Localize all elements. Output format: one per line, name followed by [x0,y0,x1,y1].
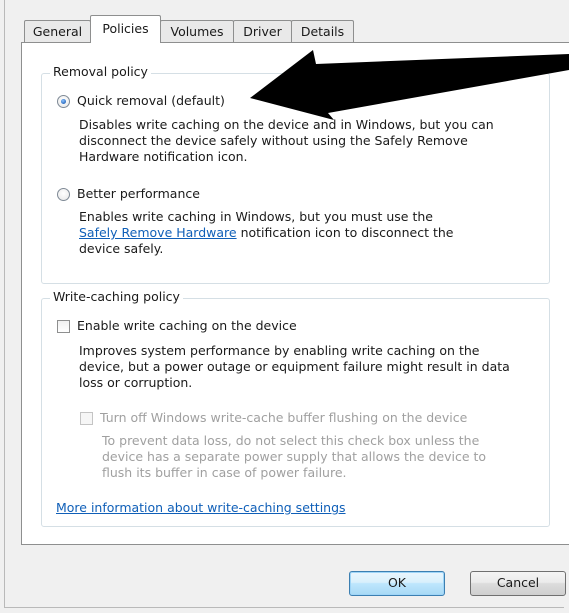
quick-removal-description: Disables write caching on the device and… [79,117,494,165]
cancel-button[interactable]: Cancel [470,571,566,596]
tab-volumes[interactable]: Volumes [160,20,234,42]
quick-removal-desc-line: disconnect the device safely without usi… [79,133,468,148]
annotation-arrow-icon [250,50,569,120]
better-performance-desc-line: device safely. [79,241,164,256]
better-performance-desc-line: Enables write caching in Windows, but yo… [79,209,433,224]
better-performance-label[interactable]: Better performance [77,186,200,202]
removal-policy-legend: Removal policy [50,64,151,79]
more-info-write-caching-link[interactable]: More information about write-caching set… [56,500,346,516]
tab-driver[interactable]: Driver [233,20,292,42]
write-caching-policy-legend: Write-caching policy [50,289,183,304]
tab-general[interactable]: General [24,20,91,42]
turn-off-flushing-desc-line: To prevent data loss, do not select this… [102,433,480,448]
quick-removal-desc-line: Hardware notification icon. [79,149,248,164]
turn-off-flushing-desc-line: flush its buffer in case of power failur… [102,465,347,480]
ok-button[interactable]: OK [349,571,445,596]
turn-off-flushing-label[interactable]: Turn off Windows write-cache buffer flus… [100,410,467,426]
enable-write-caching-desc-line: Improves system performance by enabling … [79,343,480,358]
better-performance-desc-rest: notification icon to disconnect the [236,225,454,240]
enable-write-caching-description: Improves system performance by enabling … [79,343,510,391]
better-performance-description: Enables write caching in Windows, but yo… [79,209,453,257]
quick-removal-radio[interactable] [57,95,70,108]
turn-off-flushing-desc-line: device has a separate power supply that … [102,449,487,464]
turn-off-flushing-checkbox[interactable] [80,412,93,425]
enable-write-caching-desc-line: device, but a power outage or equipment … [79,359,510,374]
dialog-bottom-edge [4,607,564,608]
dialog-left-edge [4,0,5,608]
quick-removal-label[interactable]: Quick removal (default) [77,93,225,109]
tab-policies[interactable]: Policies [90,15,161,43]
tab-details[interactable]: Details [291,20,354,42]
better-performance-radio[interactable] [57,188,70,201]
turn-off-flushing-description: To prevent data loss, do not select this… [102,433,486,481]
enable-write-caching-label[interactable]: Enable write caching on the device [77,318,297,334]
better-performance-desc-line: Safely Remove Hardware notification icon… [79,225,453,241]
enable-write-caching-checkbox[interactable] [57,320,70,333]
radio-selected-dot [61,99,66,104]
enable-write-caching-desc-line: loss or corruption. [79,375,193,390]
safely-remove-hardware-link[interactable]: Safely Remove Hardware [79,225,237,240]
